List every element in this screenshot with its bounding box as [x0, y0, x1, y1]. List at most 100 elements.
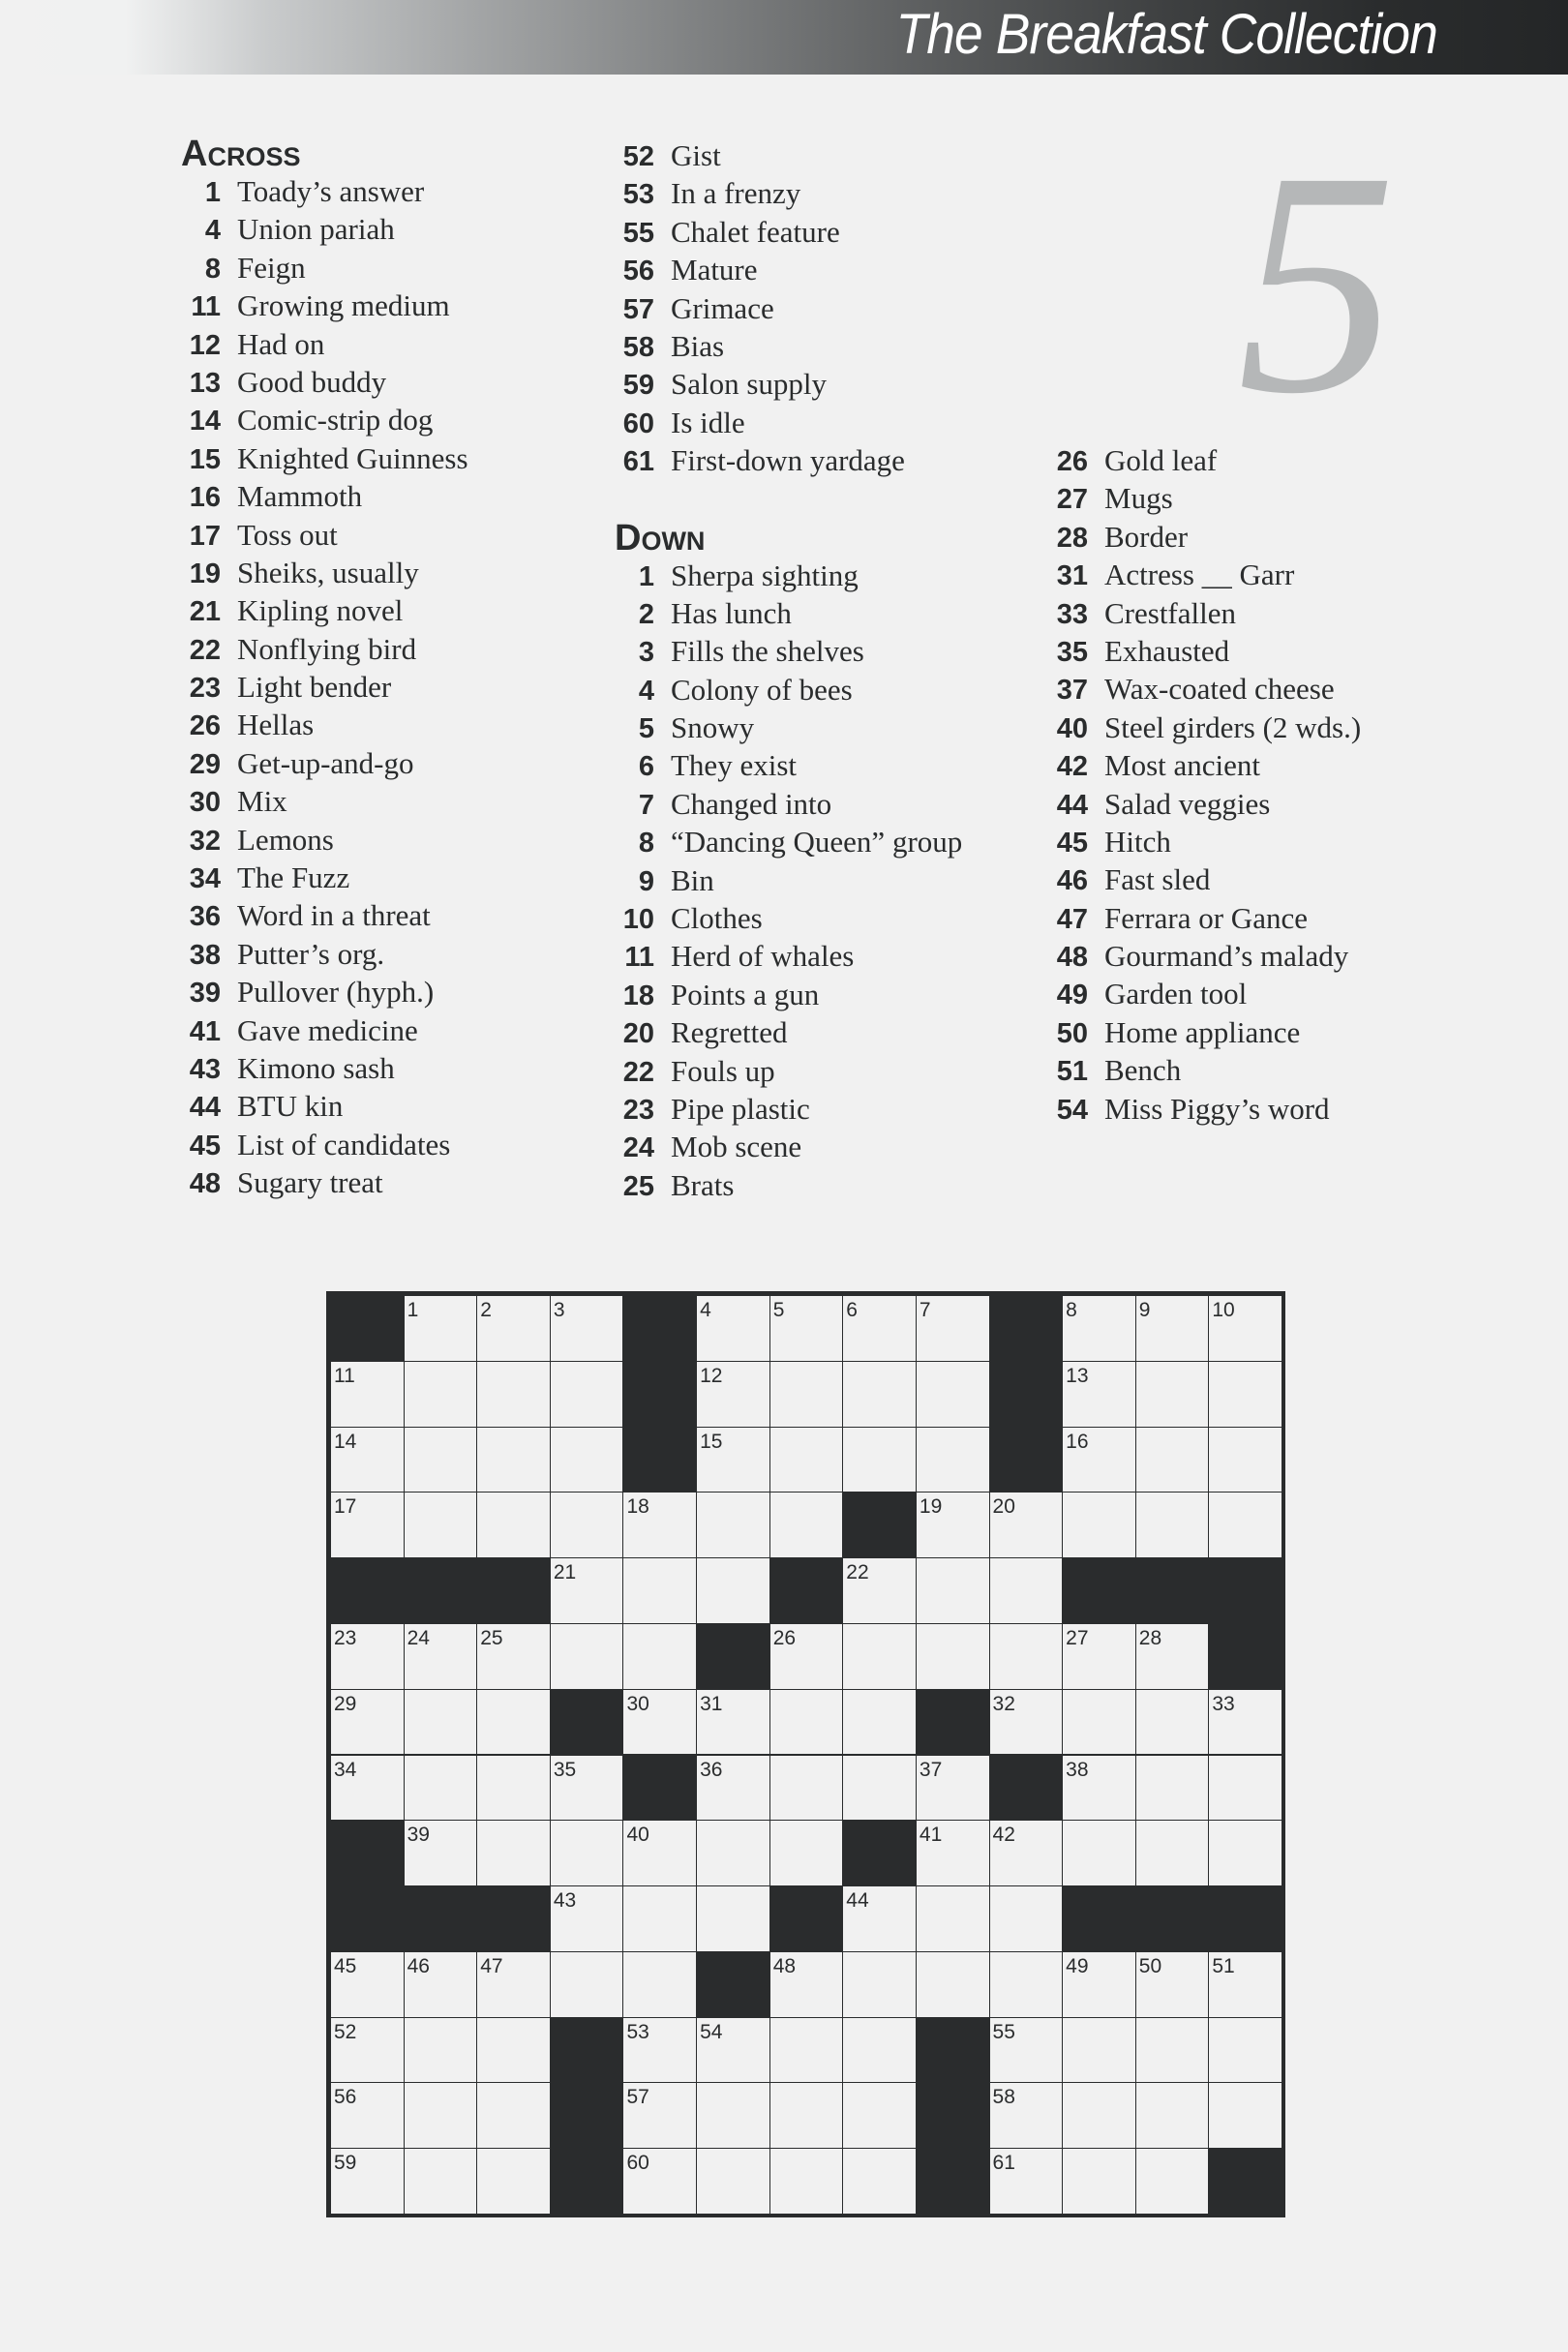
grid-cell[interactable]	[1134, 1820, 1210, 1887]
grid-cell[interactable]	[476, 1426, 551, 1493]
grid-cell[interactable]: 8	[1062, 1295, 1136, 1362]
across-clue[interactable]: 34 The Fuzz	[181, 860, 468, 898]
grid-cell[interactable]	[842, 1754, 917, 1822]
grid-cell[interactable]	[1062, 2082, 1136, 2150]
grid-cell[interactable]: 7	[915, 1295, 990, 1362]
across-clue[interactable]: 22 Nonflying bird	[181, 632, 468, 670]
grid-cell[interactable]	[915, 1426, 990, 1493]
grid-cell[interactable]: 31	[696, 1688, 770, 1756]
grid-cell[interactable]	[1134, 1688, 1210, 1756]
grid-cell[interactable]	[549, 1426, 624, 1493]
across-clue[interactable]: 11 Growing medium	[181, 288, 468, 326]
grid-cell[interactable]	[622, 1885, 698, 1952]
grid-cell[interactable]: 2	[476, 1295, 551, 1362]
grid-cell[interactable]	[842, 1622, 917, 1690]
across-clue[interactable]: 23 Light bender	[181, 670, 468, 708]
grid-cell[interactable]	[476, 1820, 551, 1887]
grid-cell[interactable]: 46	[403, 1950, 478, 2018]
down-clue[interactable]: 49 Garden tool	[1048, 977, 1361, 1014]
across-clue[interactable]: 48 Sugary treat	[181, 1165, 468, 1203]
grid-cell[interactable]: 6	[842, 1295, 917, 1362]
down-clue[interactable]: 51 Bench	[1048, 1053, 1361, 1091]
across-clue[interactable]: 17 Toss out	[181, 518, 468, 556]
down-clue[interactable]: 46 Fast sled	[1048, 862, 1361, 900]
grid-cell[interactable]	[915, 1885, 990, 1952]
down-clue[interactable]: 1 Sherpa sighting	[615, 558, 962, 596]
grid-cell[interactable]	[1134, 2082, 1210, 2150]
grid-cell[interactable]	[1062, 1688, 1136, 1756]
grid-cell[interactable]	[1062, 2148, 1136, 2215]
grid-cell[interactable]: 41	[915, 1820, 990, 1887]
down-clue[interactable]: 37 Wax-coated cheese	[1048, 672, 1361, 709]
grid-cell[interactable]	[842, 2148, 917, 2215]
grid-cell[interactable]	[769, 1754, 844, 1822]
down-clue[interactable]: 9 Bin	[615, 863, 962, 901]
grid-cell[interactable]	[403, 1492, 478, 1559]
down-clue[interactable]: 5 Snowy	[615, 710, 962, 748]
grid-cell[interactable]	[696, 1492, 770, 1559]
grid-cell[interactable]: 15	[696, 1426, 770, 1493]
grid-cell[interactable]	[1134, 1492, 1210, 1559]
down-clue[interactable]: 47 Ferrara or Gance	[1048, 901, 1361, 939]
down-clue[interactable]: 8 “Dancing Queen” group	[615, 825, 962, 862]
grid-cell[interactable]: 42	[988, 1820, 1064, 1887]
grid-cell[interactable]: 12	[696, 1360, 770, 1428]
across-clue[interactable]: 36 Word in a threat	[181, 898, 468, 936]
grid-cell[interactable]: 22	[842, 1557, 917, 1624]
across-clue[interactable]: 29 Get-up-and-go	[181, 746, 468, 784]
down-clue[interactable]: 40 Steel girders (2 wds.)	[1048, 710, 1361, 748]
down-clue[interactable]: 10 Clothes	[615, 901, 962, 939]
across-clue[interactable]: 60 Is idle	[615, 406, 962, 443]
grid-cell[interactable]: 49	[1062, 1950, 1136, 2018]
grid-cell[interactable]	[696, 2082, 770, 2150]
grid-cell[interactable]: 29	[330, 1688, 405, 1756]
grid-cell[interactable]: 44	[842, 1885, 917, 1952]
across-clue[interactable]: 26 Hellas	[181, 708, 468, 745]
down-clue[interactable]: 35 Exhausted	[1048, 634, 1361, 672]
down-clue[interactable]: 24 Mob scene	[615, 1130, 962, 1167]
grid-cell[interactable]	[769, 1688, 844, 1756]
grid-cell[interactable]	[549, 1492, 624, 1559]
grid-cell[interactable]: 30	[622, 1688, 698, 1756]
grid-cell[interactable]: 5	[769, 1295, 844, 1362]
grid-cell[interactable]	[476, 2148, 551, 2215]
grid-cell[interactable]: 59	[330, 2148, 405, 2215]
grid-cell[interactable]	[915, 1622, 990, 1690]
grid-cell[interactable]: 26	[769, 1622, 844, 1690]
grid-cell[interactable]	[403, 2148, 478, 2215]
grid-cell[interactable]	[549, 1360, 624, 1428]
down-clue[interactable]: 7 Changed into	[615, 787, 962, 825]
down-clue[interactable]: 6 They exist	[615, 748, 962, 786]
grid-cell[interactable]	[696, 1820, 770, 1887]
grid-cell[interactable]	[476, 2082, 551, 2150]
grid-cell[interactable]	[1208, 1426, 1282, 1493]
across-clue[interactable]: 16 Mammoth	[181, 479, 468, 517]
across-clue[interactable]: 43 Kimono sash	[181, 1051, 468, 1089]
down-clue[interactable]: 3 Fills the shelves	[615, 634, 962, 672]
grid-cell[interactable]	[549, 1950, 624, 2018]
down-clue[interactable]: 54 Miss Piggy’s word	[1048, 1092, 1361, 1130]
grid-cell[interactable]: 57	[622, 2082, 698, 2150]
across-clue[interactable]: 21 Kipling novel	[181, 593, 468, 631]
grid-cell[interactable]	[549, 1820, 624, 1887]
across-clue[interactable]: 15 Knighted Guinness	[181, 441, 468, 479]
grid-cell[interactable]: 50	[1134, 1950, 1210, 2018]
across-clue[interactable]: 4 Union pariah	[181, 212, 468, 250]
grid-cell[interactable]	[842, 1360, 917, 1428]
grid-cell[interactable]: 52	[330, 2016, 405, 2084]
grid-cell[interactable]	[988, 1885, 1064, 1952]
grid-cell[interactable]: 60	[622, 2148, 698, 2215]
across-clue[interactable]: 52 Gist	[615, 138, 962, 176]
grid-cell[interactable]	[1134, 2148, 1210, 2215]
grid-cell[interactable]: 54	[696, 2016, 770, 2084]
grid-cell[interactable]	[1208, 2082, 1282, 2150]
across-clue[interactable]: 55 Chalet feature	[615, 215, 962, 253]
grid-cell[interactable]: 18	[622, 1492, 698, 1559]
down-clue[interactable]: 44 Salad veggies	[1048, 787, 1361, 825]
across-clue[interactable]: 56 Mature	[615, 253, 962, 290]
grid-cell[interactable]	[842, 2016, 917, 2084]
grid-cell[interactable]: 20	[988, 1492, 1064, 1559]
across-clue[interactable]: 41 Gave medicine	[181, 1013, 468, 1051]
grid-cell[interactable]	[988, 1557, 1064, 1624]
grid-cell[interactable]: 47	[476, 1950, 551, 2018]
